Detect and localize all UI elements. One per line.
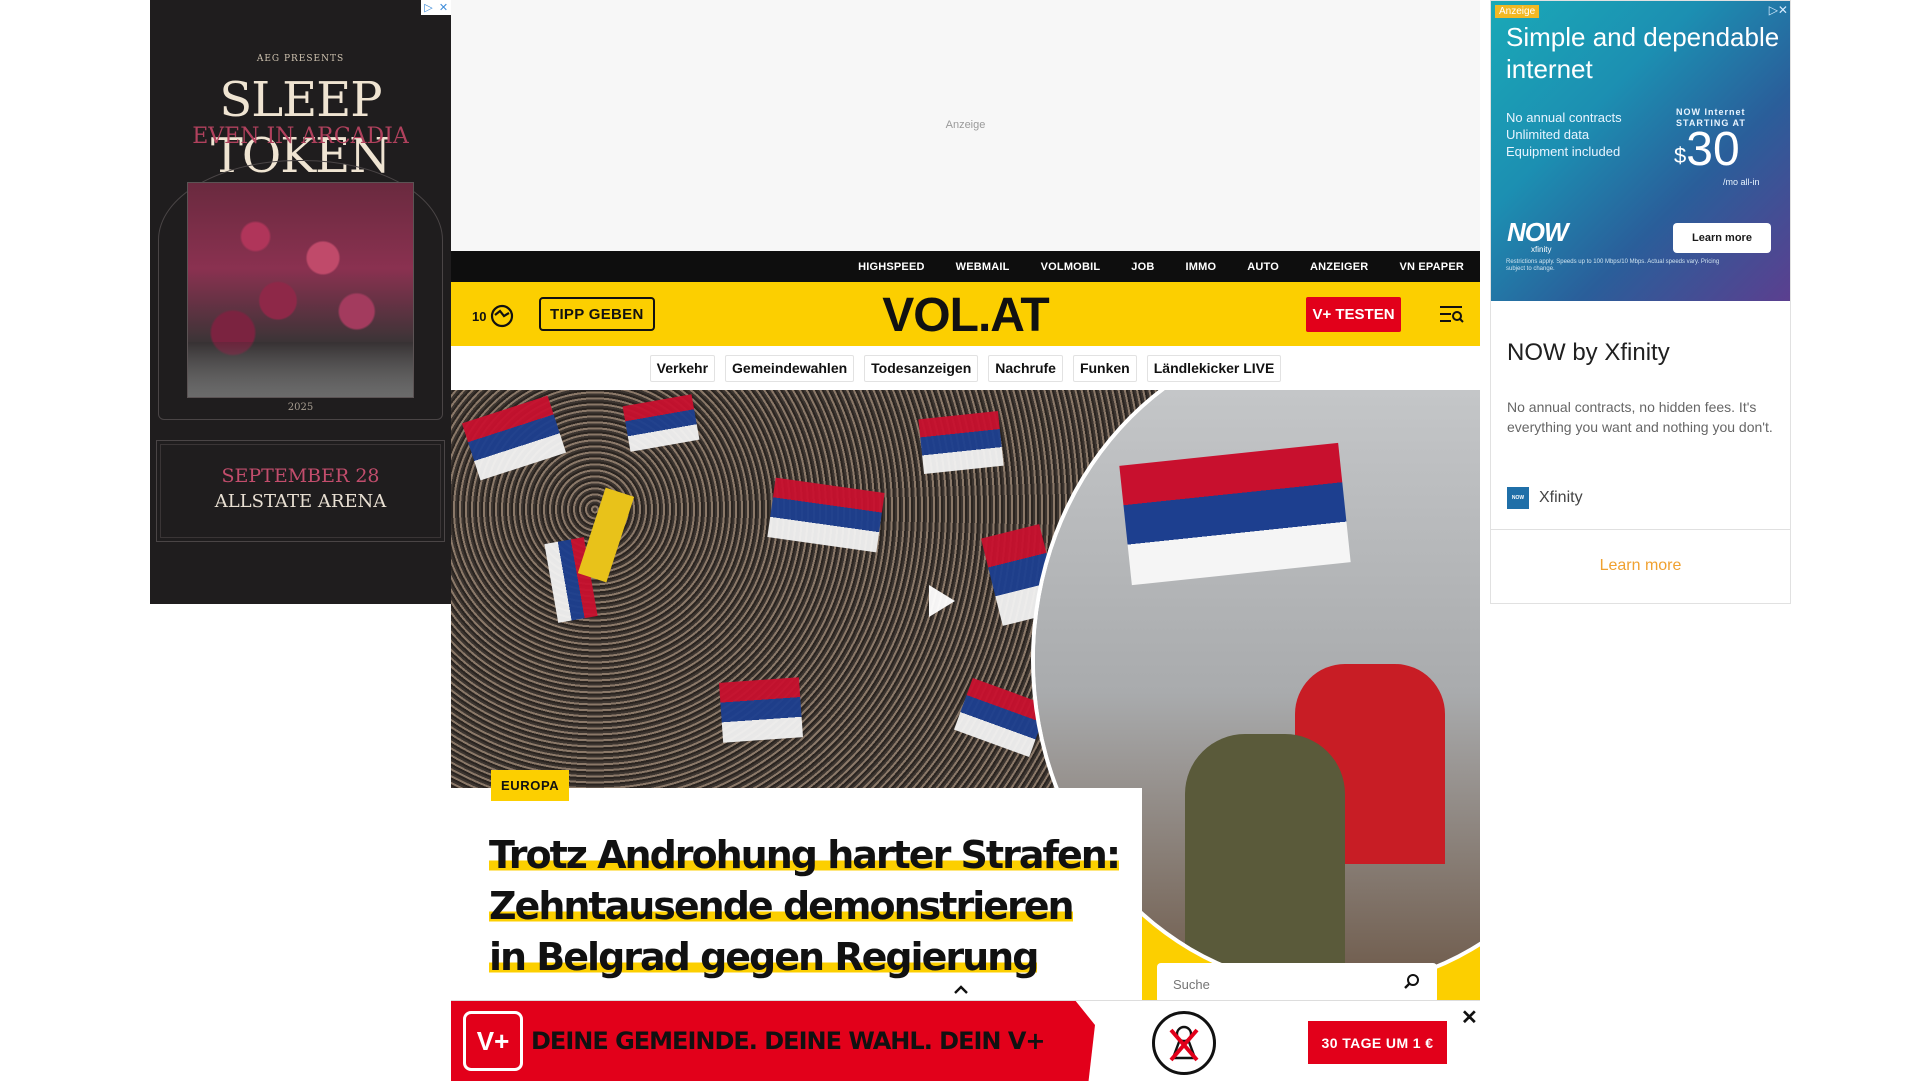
vplus-promo-banner[interactable]: V+ DEINE GEMEINDE. DEINE WAHL. DEIN V+ 3…: [451, 1000, 1480, 1081]
top-ad-slot: Anzeige: [451, 0, 1480, 251]
ad-bullet: Equipment included: [1506, 144, 1621, 159]
topnav-link-webmail[interactable]: WEBMAIL: [956, 261, 1010, 273]
ad-bullet: No annual contracts: [1506, 110, 1622, 125]
ad-price: $30: [1674, 125, 1740, 175]
topnav-link-immo[interactable]: IMMO: [1185, 261, 1216, 273]
top-service-nav: HIGHSPEED WEBMAIL VOLMOBIL JOB IMMO AUTO…: [451, 251, 1480, 282]
vplus-logo: V+: [463, 1011, 523, 1071]
ad-tag: Anzeige: [1495, 5, 1540, 18]
adchoices-icon[interactable]: ▷✕: [1769, 3, 1788, 17]
tag-gemeindewahlen[interactable]: Gemeindewahlen: [725, 354, 855, 382]
topnav-link-anzeiger[interactable]: ANZEIGER: [1310, 261, 1368, 273]
ad-bullet: Unlimited data: [1506, 127, 1590, 142]
banner-cta-button[interactable]: 30 TAGE UM 1 €: [1308, 1021, 1447, 1064]
ad-controls: ▷ ✕: [421, 0, 451, 15]
ad-fine-print: Restrictions apply. Speeds up to 100 Mbp…: [1506, 259, 1720, 272]
ad-bullets: No annual contracts Unlimited data Equip…: [1506, 109, 1622, 160]
ad-headline: Simple and dependable internet: [1506, 22, 1780, 84]
close-icon[interactable]: ✕: [436, 0, 451, 15]
topnav-link-job[interactable]: JOB: [1131, 261, 1154, 273]
sleep-token-ad[interactable]: ▷ ✕ AEG PRESENTS SLEEP TOKEN EVEN IN ARC…: [150, 0, 451, 604]
ad-event-date: SEPTEMBER 28: [221, 465, 380, 487]
ad-event-venue: ALLSTATE ARENA: [214, 491, 387, 512]
banner-slogan: DEINE GEMEINDE. DEINE WAHL. DEIN V+: [531, 1027, 1046, 1055]
ad-advertiser-name: Xfinity: [1539, 489, 1583, 506]
tag-nachrufe[interactable]: Nachrufe: [988, 354, 1063, 382]
search-box[interactable]: [1157, 963, 1437, 1000]
topnav-link-highspeed[interactable]: HIGHSPEED: [858, 261, 925, 273]
topnav-link-volmobil[interactable]: VOLMOBIL: [1041, 261, 1101, 273]
article-headline[interactable]: Trotz Androhung harter Strafen: Zehntaus…: [489, 830, 1129, 983]
ad-learn-more-link[interactable]: Learn more: [1491, 557, 1790, 575]
tag-funken[interactable]: Funken: [1072, 354, 1137, 382]
close-icon[interactable]: ✕: [1461, 1005, 1478, 1030]
article-category-badge[interactable]: EUROPA: [491, 770, 570, 801]
topnav-link-auto[interactable]: AUTO: [1247, 261, 1279, 273]
ad-label: Anzeige: [945, 119, 986, 131]
scroll-up-button[interactable]: [943, 978, 979, 1002]
tag-laendlekicker-live[interactable]: Ländlekicker LIVE: [1146, 354, 1282, 382]
ballot-stamp-icon: [1152, 1011, 1216, 1075]
ad-price-label-line: NOW Internet: [1676, 107, 1746, 117]
headline-line: Trotz Androhung harter Strafen:: [489, 833, 1121, 877]
xfinity-logo-icon: NOW: [1507, 487, 1529, 509]
ad-price-currency: $: [1674, 143, 1687, 168]
ad-year: 2025: [287, 402, 314, 413]
divider: [1491, 529, 1790, 530]
ad-creative[interactable]: Anzeige ▷✕ Simple and dependable interne…: [1491, 1, 1790, 301]
ad-creative-learn-more-button[interactable]: Learn more: [1673, 223, 1771, 253]
adchoices-icon[interactable]: ▷: [421, 0, 436, 15]
hero-article[interactable]: EUROPA Trotz Androhung harter Strafen: Z…: [451, 390, 1480, 1000]
menu-search-icon[interactable]: [1440, 304, 1464, 324]
weather-widget[interactable]: 10: [472, 304, 514, 328]
tag-todesanzeigen[interactable]: Todesanzeigen: [864, 354, 979, 382]
tag-verkehr[interactable]: Verkehr: [649, 354, 716, 382]
ad-tour-name: EVEN IN ARCADIA: [192, 124, 409, 149]
ad-advertiser[interactable]: NOW Xfinity: [1507, 487, 1583, 509]
ad-price-value: 30: [1686, 123, 1740, 176]
search-icon[interactable]: [1403, 973, 1421, 991]
play-icon: [929, 585, 955, 617]
topic-tags-nav: Verkehr Gemeindewahlen Todesanzeigen Nac…: [451, 346, 1480, 390]
search-input[interactable]: [1171, 976, 1391, 993]
video-play-button[interactable]: [911, 573, 967, 629]
ad-title[interactable]: NOW by Xfinity: [1507, 339, 1670, 367]
ad-presenter: AEG PRESENTS: [256, 54, 345, 64]
topnav-link-vn-epaper[interactable]: VN EPAPER: [1399, 261, 1464, 273]
now-logo-sub: xfinity: [1531, 245, 1552, 254]
ad-price-suffix: /mo all-in: [1723, 177, 1760, 187]
temperature: 10: [472, 308, 487, 324]
cloud-sun-icon: [491, 304, 514, 328]
tipp-geben-button[interactable]: TIPP GEBEN: [539, 297, 655, 331]
vplus-testen-button[interactable]: V+ TESTEN: [1306, 297, 1401, 332]
site-header: 10 TIPP GEBEN VOL.AT V+ TESTEN: [451, 282, 1480, 346]
ad-artwork: [187, 182, 414, 398]
chevron-up-icon: [954, 985, 968, 994]
now-logo: NOW: [1507, 217, 1569, 247]
ad-description: No annual contracts, no hidden fees. It'…: [1507, 399, 1773, 435]
headline-line: in Belgrad gegen Regierung: [489, 935, 1039, 979]
headline-line: Zehntausende demonstrieren: [489, 884, 1075, 928]
xfinity-ad[interactable]: Anzeige ▷✕ Simple and dependable interne…: [1490, 0, 1791, 604]
